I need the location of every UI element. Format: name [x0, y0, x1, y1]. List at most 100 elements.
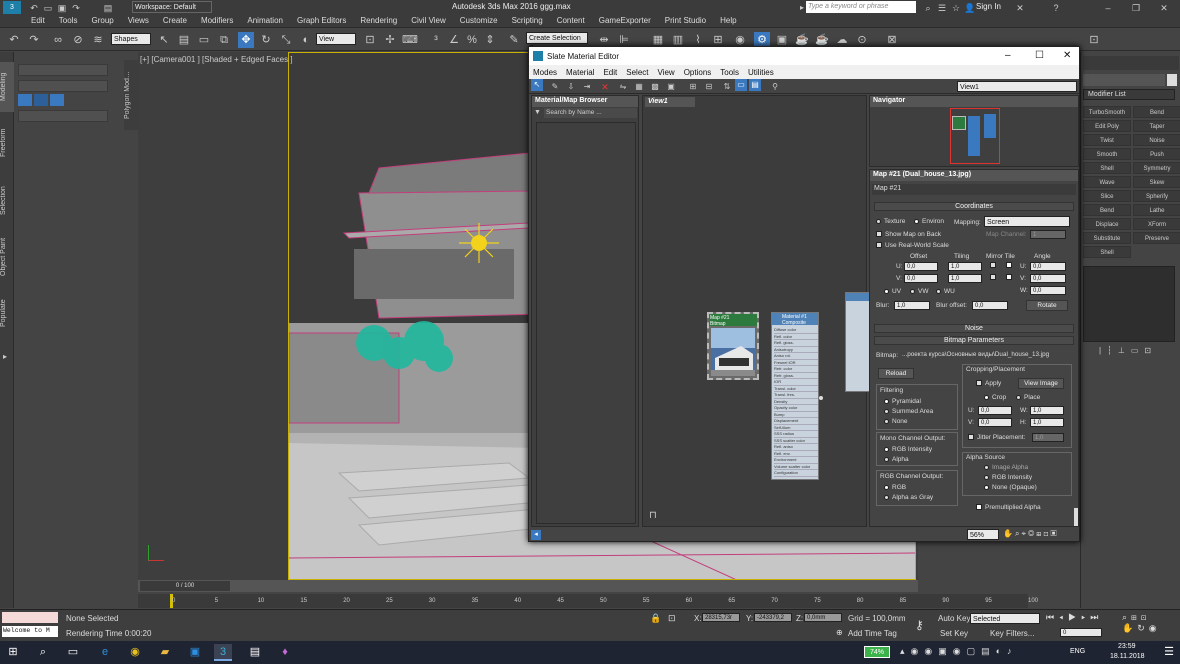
modifier-button[interactable]: Slice [1083, 190, 1131, 202]
modifier-button[interactable]: Symmetry [1133, 162, 1180, 174]
modifier-button[interactable]: Bend [1133, 106, 1180, 118]
select-by-material-icon[interactable]: ⚲ [767, 79, 783, 95]
rotate-button[interactable]: Rotate [1026, 300, 1068, 311]
chrome-icon[interactable]: ◉ [126, 644, 144, 661]
modifier-button[interactable]: Substitute [1083, 232, 1131, 244]
real-world-checkbox[interactable]: Use Real-World Scale [876, 242, 949, 249]
slate-maximize-icon[interactable]: ☐ [1035, 50, 1044, 61]
ribbon-icon-poly[interactable] [50, 94, 64, 106]
key-filters-button[interactable]: Key Filters... [990, 629, 1034, 638]
menu-civil-view[interactable]: Civil View [404, 14, 453, 25]
z-coord[interactable]: 0,0mm [804, 613, 842, 622]
menu-edit[interactable]: Edit [24, 14, 52, 25]
u-offset-spinner[interactable]: 0,0 [904, 262, 938, 271]
edit-named-sel-icon[interactable]: ✎ [506, 32, 522, 48]
crop-v-spinner[interactable]: 0,0 [978, 418, 1012, 427]
place-radio[interactable]: Place [1016, 394, 1040, 401]
app-task-icon[interactable]: ♦ [276, 644, 294, 661]
sign-in-link[interactable]: Sign In [976, 2, 1001, 11]
node-view-lock-icon[interactable]: ⊓ [649, 510, 657, 521]
ribbon-side-label[interactable]: Polygon Mod… [124, 60, 138, 130]
slate-title-bar[interactable]: Slate Material Editor – ☐ ✕ [529, 47, 1079, 65]
search-taskbar-icon[interactable]: ⌕ [34, 644, 52, 661]
none-radio[interactable]: None [884, 418, 908, 425]
slate-minimize-icon[interactable]: – [1005, 50, 1011, 61]
wu-radio[interactable]: WU [936, 288, 955, 295]
menu-content[interactable]: Content [550, 14, 592, 25]
maxscript-output[interactable]: Welcome to M [2, 626, 58, 637]
modifier-button[interactable]: Shell [1083, 246, 1131, 258]
slate-menu-utilities[interactable]: Utilities [744, 65, 779, 77]
ribbon-icon-edge[interactable] [34, 94, 48, 106]
rgb-intensity-alpha-radio[interactable]: RGB Intensity [984, 474, 1032, 481]
modifier-button[interactable]: TurboSmooth [1083, 106, 1131, 118]
jitter-spinner[interactable]: 1,0 [1032, 433, 1064, 442]
time-slider-thumb[interactable]: 0 / 100 [140, 581, 230, 591]
absolute-mode-icon[interactable]: ⊡ [668, 613, 676, 624]
bind-spacewarp-icon[interactable]: ≋ [90, 32, 106, 48]
slate-nav-tools[interactable]: ✋⌕⌖◎⊞⊡▣ [1003, 529, 1077, 540]
link-icon[interactable]: ∞ [50, 32, 66, 48]
tab-modeling[interactable]: Modeling [0, 62, 14, 112]
slate-menu-modes[interactable]: Modes [529, 65, 562, 77]
viewport-nav-icons[interactable]: ⌕⊞⊡ ✋↻◉ [1122, 612, 1178, 634]
browser-search-input[interactable]: Search by Name ... [544, 108, 637, 118]
move-children-icon[interactable]: ⇋ [615, 79, 631, 95]
redo-icon[interactable]: ↷ [26, 32, 42, 48]
crop-w-spinner[interactable]: 1,0 [1030, 406, 1064, 415]
edge-icon[interactable]: e [96, 644, 114, 661]
modifier-button[interactable]: Bend [1083, 204, 1131, 216]
none-opaque-radio[interactable]: None (Opaque) [984, 484, 1037, 491]
modifier-button[interactable]: Displace [1083, 218, 1131, 230]
modifier-button[interactable]: Wave [1083, 176, 1131, 188]
tab-populate[interactable]: Populate [0, 288, 14, 338]
stack-controls[interactable]: |┆⊥▭⊡ [1099, 346, 1175, 356]
layout-all-icon[interactable]: ⊞ [685, 79, 701, 95]
ribbon-button-row-1[interactable] [18, 64, 108, 76]
keyboard-shortcut-icon[interactable]: ⌨ [402, 32, 418, 48]
start-icon[interactable]: ⊞ [4, 644, 22, 661]
blur-offset-spinner[interactable]: 0,0 [972, 301, 1008, 310]
ribbon-icon-vertex[interactable] [18, 94, 32, 106]
show-map-icon[interactable]: ▩ [647, 79, 663, 95]
time-tag-icon[interactable]: ⊕ [836, 628, 843, 637]
nav-toggle-icon[interactable]: ▭ [735, 79, 747, 91]
modifier-button[interactable]: Lathe [1133, 204, 1180, 216]
current-frame-spinner[interactable]: 0 [1060, 628, 1102, 637]
menu-customize[interactable]: Customize [453, 14, 505, 25]
ribbon-button-row-2[interactable] [18, 80, 108, 92]
show-map-checkbox[interactable]: Show Map on Back [876, 231, 941, 238]
v-tile-checkbox[interactable] [1006, 274, 1015, 281]
track-bar[interactable]: 0 5 10 15 20 25 30 35 40 45 50 55 60 65 70 75 80 85 90 95 10… [138, 594, 1038, 608]
menu-group[interactable]: Group [84, 14, 120, 25]
rgb-intensity-radio[interactable]: RGB Intensity [884, 446, 932, 453]
v-mirror-checkbox[interactable] [990, 274, 999, 281]
modifier-button[interactable]: Push [1133, 148, 1180, 160]
max-logo[interactable]: 3 [3, 1, 21, 14]
modifier-stack[interactable] [1083, 266, 1175, 342]
move-icon[interactable]: ✥ [238, 32, 254, 48]
snap-icon[interactable]: ³ [428, 32, 444, 48]
u-tiling-spinner[interactable]: 1,0 [948, 262, 982, 271]
viewport-label[interactable]: [+] [Camera001 ] [Shaded + Edged Faces ] [140, 55, 293, 64]
maxscript-listener[interactable] [2, 612, 58, 623]
image-alpha-radio[interactable]: Image Alpha [984, 464, 1028, 471]
named-selection-dropdown[interactable]: Create Selection Se [526, 32, 588, 52]
command-panel-tabs[interactable] [1083, 56, 1179, 70]
u-mirror-checkbox[interactable] [990, 262, 999, 269]
material-id-icon[interactable]: ⇅ [719, 79, 735, 95]
noise-rollout[interactable]: Noise [874, 324, 1074, 333]
auto-key-button[interactable]: Auto Key [938, 614, 970, 623]
modifier-button[interactable]: Preserve [1133, 232, 1180, 244]
bitmap-path-button[interactable]: ...роекта курса\Основные виды\Dual_house… [902, 351, 1074, 361]
menu-modifiers[interactable]: Modifiers [194, 14, 240, 25]
material-port[interactable]: Configuration [774, 470, 818, 477]
alpha-as-gray-radio[interactable]: Alpha as Gray [884, 494, 933, 501]
rgb-radio[interactable]: RGB [884, 484, 906, 491]
workspace-dropdown[interactable]: Workspace: Default [132, 1, 212, 13]
modifier-button[interactable]: Shell [1083, 162, 1131, 174]
crop-u-spinner[interactable]: 0,0 [978, 406, 1012, 415]
object-color-swatch[interactable] [1167, 74, 1177, 86]
select-manipulate-icon[interactable]: ✢ [382, 32, 398, 48]
store-icon[interactable]: ▣ [186, 644, 204, 661]
